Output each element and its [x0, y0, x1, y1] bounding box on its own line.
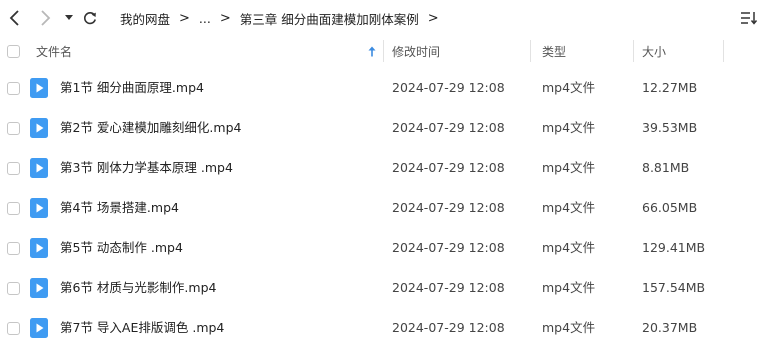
video-file-icon — [30, 238, 48, 258]
file-size: 8.81MB — [642, 160, 690, 175]
chevron-right-icon: > — [179, 10, 190, 26]
file-type: mp4文件 — [542, 80, 596, 95]
caret-down-icon — [65, 15, 73, 20]
column-divider[interactable] — [383, 40, 384, 62]
column-divider[interactable] — [723, 40, 724, 62]
history-dropdown-button[interactable] — [62, 7, 76, 29]
file-row[interactable]: 第2节 爱心建模加雕刻细化.mp4 2024-07-29 12:08 mp4文件… — [0, 108, 769, 148]
row-checkbox[interactable] — [7, 122, 20, 135]
video-file-icon — [30, 318, 48, 338]
refresh-icon — [84, 12, 96, 25]
file-modified: 2024-07-29 12:08 — [392, 320, 505, 335]
column-header-modified[interactable]: 修改时间 — [392, 37, 440, 65]
video-file-icon — [30, 78, 48, 98]
file-name[interactable]: 第1节 细分曲面原理.mp4 — [60, 68, 204, 108]
video-file-icon — [30, 118, 48, 138]
file-type: mp4文件 — [542, 240, 596, 255]
file-size: 20.37MB — [642, 320, 698, 335]
file-name[interactable]: 第2节 爱心建模加雕刻细化.mp4 — [60, 108, 241, 148]
column-divider[interactable] — [530, 40, 531, 62]
breadcrumb-ellipsis[interactable]: ... — [199, 11, 211, 26]
back-button[interactable] — [4, 7, 26, 29]
row-checkbox[interactable] — [7, 202, 20, 215]
breadcrumb: 我的网盘 > ... > 第三章 细分曲面建模加刚体案例 > — [120, 8, 448, 28]
column-header-name[interactable]: 文件名 — [36, 37, 72, 65]
file-modified: 2024-07-29 12:08 — [392, 160, 505, 175]
file-size: 39.53MB — [642, 120, 698, 135]
refresh-button[interactable] — [80, 7, 100, 29]
chevron-right-icon: > — [219, 10, 231, 26]
file-type: mp4文件 — [542, 160, 596, 175]
file-modified: 2024-07-29 12:08 — [392, 120, 505, 135]
row-checkbox[interactable] — [7, 242, 20, 255]
breadcrumb-current-folder[interactable]: 第三章 细分曲面建模加刚体案例 — [240, 9, 419, 28]
file-type: mp4文件 — [542, 320, 596, 335]
file-row[interactable]: 第4节 场景搭建.mp4 2024-07-29 12:08 mp4文件 66.0… — [0, 188, 769, 228]
file-type: mp4文件 — [542, 280, 596, 295]
file-name[interactable]: 第5节 动态制作 .mp4 — [60, 228, 183, 268]
chevron-right-icon — [41, 10, 51, 26]
row-checkbox[interactable] — [7, 162, 20, 175]
file-name[interactable]: 第6节 材质与光影制作.mp4 — [60, 268, 216, 308]
video-file-icon — [30, 278, 48, 298]
sort-list-icon — [741, 12, 758, 25]
select-all-checkbox[interactable] — [7, 45, 20, 58]
video-file-icon — [30, 198, 48, 218]
file-size: 129.41MB — [642, 240, 706, 255]
file-modified: 2024-07-29 12:08 — [392, 280, 505, 295]
file-list-header: 文件名 修改时间 类型 大小 — [0, 37, 769, 65]
file-type: mp4文件 — [542, 200, 596, 215]
forward-button[interactable] — [34, 7, 56, 29]
file-modified: 2024-07-29 12:08 — [392, 80, 505, 95]
file-type: mp4文件 — [542, 120, 596, 135]
chevron-right-icon: > — [427, 10, 439, 26]
column-divider[interactable] — [633, 40, 634, 62]
chevron-left-icon — [9, 10, 19, 26]
row-checkbox[interactable] — [7, 322, 20, 335]
file-size: 12.27MB — [642, 80, 698, 95]
file-row[interactable]: 第5节 动态制作 .mp4 2024-07-29 12:08 mp4文件 129… — [0, 228, 769, 268]
column-header-type[interactable]: 类型 — [542, 37, 566, 65]
video-file-icon — [30, 158, 48, 178]
file-row[interactable]: 第6节 材质与光影制作.mp4 2024-07-29 12:08 mp4文件 1… — [0, 268, 769, 308]
row-checkbox[interactable] — [7, 282, 20, 295]
file-name[interactable]: 第7节 导入AE排版调色 .mp4 — [60, 308, 224, 348]
column-header-size[interactable]: 大小 — [642, 37, 666, 65]
file-name[interactable]: 第4节 场景搭建.mp4 — [60, 188, 179, 228]
row-checkbox[interactable] — [7, 82, 20, 95]
file-size: 157.54MB — [642, 280, 706, 295]
file-row[interactable]: 第1节 细分曲面原理.mp4 2024-07-29 12:08 mp4文件 12… — [0, 68, 769, 108]
file-name[interactable]: 第3节 刚体力学基本原理 .mp4 — [60, 148, 233, 188]
file-modified: 2024-07-29 12:08 — [392, 240, 505, 255]
arrow-up-icon[interactable] — [368, 37, 376, 65]
navigation-bar: 我的网盘 > ... > 第三章 细分曲面建模加刚体案例 > — [0, 0, 769, 36]
breadcrumb-root[interactable]: 我的网盘 — [120, 9, 170, 28]
sort-menu-button[interactable] — [738, 9, 760, 27]
file-row[interactable]: 第3节 刚体力学基本原理 .mp4 2024-07-29 12:08 mp4文件… — [0, 148, 769, 188]
file-modified: 2024-07-29 12:08 — [392, 200, 505, 215]
file-row[interactable]: 第7节 导入AE排版调色 .mp4 2024-07-29 12:08 mp4文件… — [0, 308, 769, 348]
file-size: 66.05MB — [642, 200, 698, 215]
